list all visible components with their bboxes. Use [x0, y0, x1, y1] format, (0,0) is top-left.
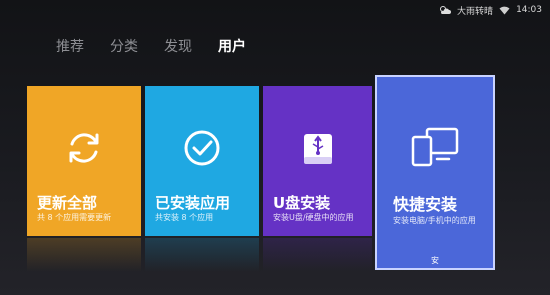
usb-drive-icon [303, 134, 332, 164]
tab-user[interactable]: 用户 [218, 36, 246, 56]
tab-categories[interactable]: 分类 [110, 36, 138, 56]
status-bar: 大雨转晴 14:03 [439, 0, 542, 20]
tab-recommend[interactable]: 推荐 [56, 36, 84, 56]
card-reflection [263, 238, 372, 272]
card-subtitle: 安装电脑/手机中的应用 [393, 216, 476, 225]
quick-install-card[interactable]: 快捷安装 安装电脑/手机中的应用 安 [375, 75, 495, 270]
card-subtitle: 共安装 8 个应用 [155, 213, 214, 222]
tab-discover[interactable]: 发现 [164, 36, 192, 56]
refresh-icon [69, 133, 99, 163]
weather-icon [440, 6, 452, 14]
card-subtitle: 安装U盘/硬盘中的应用 [273, 213, 354, 222]
card-reflection [145, 238, 259, 272]
usb-install-card[interactable]: U盘安装 安装U盘/硬盘中的应用 [263, 86, 372, 236]
top-nav: 推荐 分类 发现 用户 [56, 36, 246, 56]
update-all-card[interactable]: 更新全部 共 8 个应用需要更新 [27, 86, 141, 236]
card-reflection [27, 238, 141, 272]
weather-text: 大雨转晴 [457, 6, 494, 17]
installed-apps-card[interactable]: 已安装应用 共安装 8 个应用 [145, 86, 259, 236]
checkmark-icon [184, 130, 220, 166]
card-title: 更新全部 [37, 194, 98, 212]
install-label: 安 [431, 256, 439, 265]
card-title: 已安装应用 [155, 194, 231, 212]
clock: 14:03 [516, 5, 542, 15]
card-title: U盘安装 [273, 194, 331, 212]
card-title: 快捷安装 [393, 195, 458, 214]
card-subtitle: 共 8 个应用需要更新 [37, 213, 112, 222]
wifi-icon [499, 6, 510, 14]
devices-icon [411, 127, 459, 167]
